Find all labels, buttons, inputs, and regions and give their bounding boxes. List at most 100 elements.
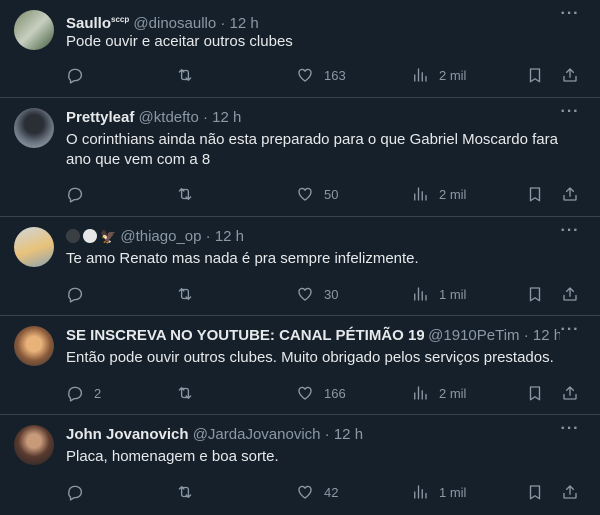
bookmark-button[interactable] (526, 284, 544, 304)
share-icon (561, 285, 579, 303)
bookmark-icon (526, 384, 544, 402)
like-count: 166 (324, 385, 346, 401)
tweet-text: Te amo Renato mas nada é pra sempre infe… (66, 250, 419, 267)
like-button[interactable]: 163 (296, 65, 346, 85)
more-options-icon[interactable]: ··· (558, 421, 582, 443)
share-icon (561, 66, 579, 84)
avatar[interactable] (14, 10, 54, 50)
views-icon (411, 66, 429, 84)
display-name[interactable]: SE INSCREVA NO YOUTUBE: CANAL PÉTIMÃO 19… (66, 326, 424, 346)
share-icon (561, 384, 579, 402)
share-button[interactable] (561, 65, 579, 85)
retweet-icon (176, 66, 194, 84)
handle[interactable]: @ktdefto (139, 109, 199, 126)
action-bar: 2 166 2 mil (66, 383, 582, 403)
share-icon (561, 483, 579, 501)
reply-icon (66, 483, 84, 501)
tweet-text: Então pode ouvir outros clubes. Muito ob… (66, 349, 554, 366)
tweet[interactable]: John Jovanovich @JardaJovanovich · 12 h … (0, 415, 600, 515)
bookmark-button[interactable] (526, 482, 544, 502)
display-name[interactable]: John Jovanovich (66, 426, 189, 443)
bookmark-button[interactable] (526, 184, 544, 204)
views-button[interactable]: 2 mil (411, 383, 466, 403)
tweet[interactable]: 🦅 @thiago_op · 12 h ··· Te amo Renato ma… (0, 217, 600, 316)
display-name[interactable]: Saullo (66, 15, 111, 30)
handle[interactable]: @1910PeTim (428, 327, 519, 344)
more-options-icon[interactable]: ··· (558, 6, 582, 28)
separator: · (202, 109, 208, 126)
like-button[interactable]: 50 (296, 184, 338, 204)
retweet-button[interactable] (176, 284, 204, 304)
share-button[interactable] (561, 184, 579, 204)
heart-icon (296, 483, 314, 501)
display-name[interactable]: Prettyleaf (66, 109, 134, 126)
timestamp[interactable]: 12 h (334, 426, 363, 443)
reply-button[interactable] (66, 284, 94, 304)
separator: · (324, 426, 330, 443)
retweet-icon (176, 384, 194, 402)
views-icon (411, 483, 429, 501)
views-button[interactable]: 1 mil (411, 284, 466, 304)
views-icon (411, 285, 429, 303)
like-count: 50 (324, 186, 339, 202)
share-button[interactable] (561, 284, 579, 304)
like-count: 30 (324, 286, 339, 302)
separator: · (205, 228, 211, 245)
avatar[interactable] (14, 227, 54, 267)
heart-icon (296, 384, 314, 402)
reply-count: 2 (94, 385, 102, 401)
action-bar: 42 1 mil (66, 482, 582, 502)
avatar[interactable] (14, 425, 54, 465)
tweet[interactable]: Saullosccp @dinosaullo · 12 h ··· Pode o… (0, 0, 600, 98)
views-button[interactable]: 2 mil (411, 184, 466, 204)
retweet-button[interactable] (176, 65, 204, 85)
like-button[interactable]: 30 (296, 284, 338, 304)
eagle-icon: 🦅 (100, 229, 117, 244)
action-bar: 163 2 mil (66, 65, 582, 85)
views-button[interactable]: 2 mil (411, 65, 466, 85)
reply-button[interactable]: 2 (66, 383, 101, 403)
retweet-button[interactable] (176, 383, 204, 403)
handle[interactable]: @thiago_op (120, 228, 201, 245)
avatar[interactable] (14, 108, 54, 148)
tweet[interactable]: SE INSCREVA NO YOUTUBE: CANAL PÉTIMÃO 19… (0, 316, 600, 415)
tweet[interactable]: Prettyleaf @ktdefto · 12 h ··· O corinth… (0, 98, 600, 217)
share-icon (561, 185, 579, 203)
bookmark-button[interactable] (526, 65, 544, 85)
avatar[interactable] (14, 326, 54, 366)
handle[interactable]: @JardaJovanovich (193, 426, 321, 443)
timestamp[interactable]: 12 h (212, 109, 241, 126)
timestamp[interactable]: 12 h (533, 327, 560, 344)
more-options-icon[interactable]: ··· (558, 104, 582, 126)
views-icon (411, 384, 429, 402)
bookmark-button[interactable] (526, 383, 544, 403)
reply-icon (66, 185, 84, 203)
reply-icon (66, 384, 84, 402)
retweet-button[interactable] (176, 184, 204, 204)
action-bar: 30 1 mil (66, 284, 582, 304)
heart-icon (296, 285, 314, 303)
bookmark-icon (526, 285, 544, 303)
like-button[interactable]: 42 (296, 482, 338, 502)
heart-icon (296, 66, 314, 84)
reply-button[interactable] (66, 482, 94, 502)
tweet-header: Prettyleaf @ktdefto · 12 h (66, 108, 550, 128)
emoji-name: 🦅 (66, 228, 116, 245)
timestamp[interactable]: 12 h (230, 15, 259, 30)
reply-button[interactable] (66, 65, 94, 85)
more-options-icon[interactable]: ··· (558, 223, 582, 245)
retweet-button[interactable] (176, 482, 204, 502)
share-button[interactable] (561, 482, 579, 502)
handle[interactable]: @dinosaullo (133, 15, 216, 30)
views-count: 2 mil (439, 385, 467, 401)
reply-icon (66, 66, 84, 84)
bookmark-icon (526, 483, 544, 501)
share-button[interactable] (561, 383, 579, 403)
action-bar: 50 2 mil (66, 184, 582, 204)
tweet-header: 🦅 @thiago_op · 12 h (66, 227, 550, 247)
more-options-icon[interactable]: ··· (558, 322, 582, 344)
views-button[interactable]: 1 mil (411, 482, 466, 502)
reply-button[interactable] (66, 184, 94, 204)
timestamp[interactable]: 12 h (215, 228, 244, 245)
like-button[interactable]: 166 (296, 383, 346, 403)
